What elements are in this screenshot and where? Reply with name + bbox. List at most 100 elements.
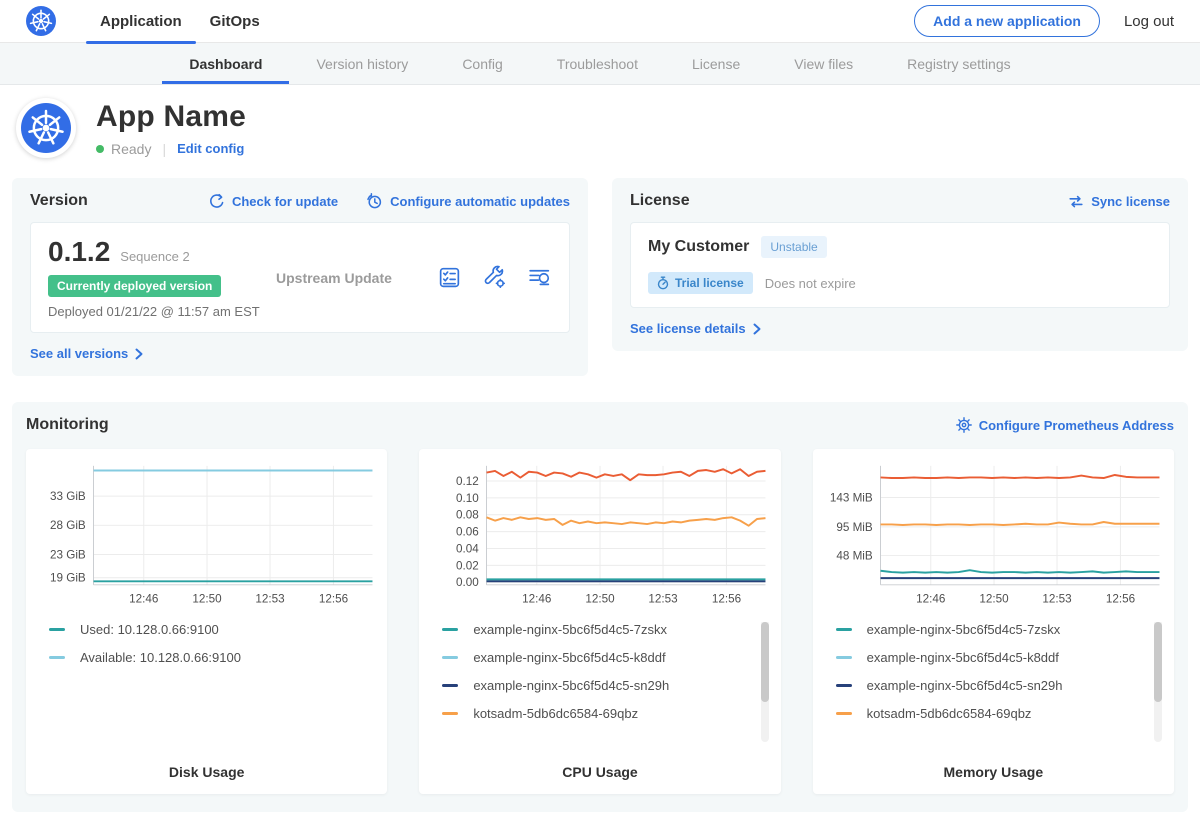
- svg-text:0.02: 0.02: [456, 559, 479, 572]
- svg-text:12:53: 12:53: [255, 592, 284, 605]
- edit-config-link[interactable]: Edit config: [177, 141, 244, 156]
- legend-item: kotsadm-5db6dc6584-69qbz: [836, 706, 1165, 721]
- svg-text:12:56: 12:56: [712, 592, 741, 605]
- refresh-icon: [209, 193, 225, 209]
- top-nav: Application GitOps Add a new application…: [0, 0, 1200, 43]
- legend-label: example-nginx-5bc6f5d4c5-7zskx: [867, 622, 1061, 637]
- svg-text:12:46: 12:46: [522, 592, 551, 605]
- app-title: App Name: [96, 100, 246, 134]
- clock-refresh-icon: [366, 193, 383, 210]
- license-card: License Sync license My Customer Unstabl…: [612, 178, 1188, 351]
- configure-prometheus-button[interactable]: Configure Prometheus Address: [956, 417, 1174, 433]
- legend-label: example-nginx-5bc6f5d4c5-sn29h: [473, 678, 669, 693]
- legend-color-dash: [442, 712, 458, 715]
- svg-text:0.04: 0.04: [456, 542, 479, 555]
- config-wrench-icon[interactable]: [482, 265, 507, 290]
- configure-automatic-updates-button[interactable]: Configure automatic updates: [366, 193, 570, 210]
- preflight-checks-icon[interactable]: [437, 265, 462, 290]
- legend-label: example-nginx-5bc6f5d4c5-7zskx: [473, 622, 667, 637]
- legend-label: Used: 10.128.0.66:9100: [80, 622, 219, 637]
- tab-version-history[interactable]: Version history: [289, 43, 435, 84]
- tab-config[interactable]: Config: [435, 43, 529, 84]
- legend-color-dash: [442, 628, 458, 631]
- svg-text:12:50: 12:50: [979, 592, 1009, 605]
- cpu-usage-chart: 0.120.100.080.060.040.020.0012:4612:5012…: [428, 459, 771, 607]
- legend-item: example-nginx-5bc6f5d4c5-7zskx: [442, 622, 771, 637]
- svg-text:0.06: 0.06: [456, 526, 479, 539]
- svg-text:12:56: 12:56: [1105, 592, 1134, 605]
- license-card-title: License: [630, 192, 690, 210]
- current-version-box: 0.1.2 Sequence 2 Currently deployed vers…: [30, 222, 570, 333]
- disk-usage-chart: 33 GiB28 GiB23 GiB19 GiB12:4612:5012:531…: [35, 459, 378, 607]
- legend-item: kotsadm-5db6dc6584-69qbz: [442, 706, 771, 721]
- legend-scrollbar-track[interactable]: [1154, 622, 1162, 742]
- legend-scrollbar-thumb[interactable]: [1154, 622, 1162, 702]
- svg-text:12:50: 12:50: [586, 592, 616, 605]
- legend-scrollbar-thumb[interactable]: [761, 622, 769, 702]
- svg-text:19 GiB: 19 GiB: [50, 572, 86, 585]
- customer-name: My Customer: [648, 238, 749, 256]
- legend-color-dash: [836, 684, 852, 687]
- view-logs-icon[interactable]: [527, 265, 552, 290]
- license-box: My Customer Unstable Trial license Does …: [630, 222, 1170, 308]
- version-number: 0.1.2: [48, 236, 110, 268]
- legend-scrollbar-track[interactable]: [761, 622, 769, 742]
- legend-color-dash: [836, 656, 852, 659]
- app-logo-circle: [21, 103, 71, 153]
- monitoring-card: Monitoring Configure Prometheus Address …: [12, 402, 1188, 812]
- legend-label: example-nginx-5bc6f5d4c5-k8ddf: [867, 650, 1059, 665]
- logout-link[interactable]: Log out: [1124, 13, 1174, 30]
- svg-text:12:46: 12:46: [916, 592, 945, 605]
- stopwatch-icon: [657, 276, 669, 290]
- chart-legend[interactable]: example-nginx-5bc6f5d4c5-7zskx example-ng…: [428, 622, 771, 750]
- sync-license-button[interactable]: Sync license: [1068, 194, 1170, 209]
- svg-text:0.10: 0.10: [456, 492, 479, 505]
- legend-item: example-nginx-5bc6f5d4c5-7zskx: [836, 622, 1165, 637]
- deployed-badge: Currently deployed version: [48, 275, 221, 297]
- svg-text:33 GiB: 33 GiB: [50, 490, 86, 503]
- svg-text:12:53: 12:53: [649, 592, 678, 605]
- svg-text:95 MiB: 95 MiB: [836, 521, 873, 534]
- legend-item: example-nginx-5bc6f5d4c5-sn29h: [442, 678, 771, 693]
- tab-dashboard[interactable]: Dashboard: [162, 43, 289, 84]
- chart-title: CPU Usage: [428, 764, 771, 780]
- legend-label: Available: 10.128.0.66:9100: [80, 650, 241, 665]
- monitoring-title: Monitoring: [26, 416, 109, 434]
- helm-wheel-icon: [27, 109, 65, 147]
- kubernetes-logo[interactable]: [26, 6, 56, 36]
- svg-text:12:56: 12:56: [319, 592, 348, 605]
- legend-color-dash: [442, 684, 458, 687]
- version-source: Upstream Update: [276, 270, 392, 286]
- legend-item: Used: 10.128.0.66:9100: [49, 622, 378, 637]
- disk-usage-chart-card: 33 GiB28 GiB23 GiB19 GiB12:4612:5012:531…: [26, 449, 387, 794]
- see-all-versions-link[interactable]: See all versions: [30, 346, 143, 361]
- legend-item: Available: 10.128.0.66:9100: [49, 650, 378, 665]
- channel-badge: Unstable: [761, 236, 826, 258]
- gear-icon: [956, 417, 972, 433]
- tab-gitops[interactable]: GitOps: [196, 0, 274, 43]
- app-sub-nav: Dashboard Version history Config Trouble…: [0, 43, 1200, 85]
- svg-text:0.12: 0.12: [456, 475, 479, 488]
- svg-text:28 GiB: 28 GiB: [50, 519, 86, 532]
- svg-text:12:46: 12:46: [129, 592, 158, 605]
- legend-color-dash: [836, 712, 852, 715]
- tab-application[interactable]: Application: [86, 0, 196, 43]
- legend-color-dash: [836, 628, 852, 631]
- chart-legend[interactable]: example-nginx-5bc6f5d4c5-7zskx example-ng…: [822, 622, 1165, 750]
- chart-legend[interactable]: Used: 10.128.0.66:9100 Available: 10.128.…: [35, 622, 378, 750]
- memory-usage-chart-card: 143 MiB95 MiB48 MiB12:4612:5012:5312:56 …: [813, 449, 1174, 794]
- chart-title: Disk Usage: [35, 764, 378, 780]
- primary-tabs: Application GitOps: [86, 0, 274, 42]
- tab-troubleshoot[interactable]: Troubleshoot: [530, 43, 665, 84]
- version-sequence: Sequence 2: [120, 249, 189, 264]
- see-license-details-link[interactable]: See license details: [630, 321, 761, 336]
- legend-label: example-nginx-5bc6f5d4c5-k8ddf: [473, 650, 665, 665]
- tab-license[interactable]: License: [665, 43, 767, 84]
- version-card-title: Version: [30, 192, 88, 210]
- tab-view-files[interactable]: View files: [767, 43, 880, 84]
- tab-registry-settings[interactable]: Registry settings: [880, 43, 1037, 84]
- legend-label: example-nginx-5bc6f5d4c5-sn29h: [867, 678, 1063, 693]
- check-for-update-button[interactable]: Check for update: [209, 193, 338, 210]
- add-application-button[interactable]: Add a new application: [914, 5, 1100, 37]
- memory-usage-chart: 143 MiB95 MiB48 MiB12:4612:5012:5312:56: [822, 459, 1165, 607]
